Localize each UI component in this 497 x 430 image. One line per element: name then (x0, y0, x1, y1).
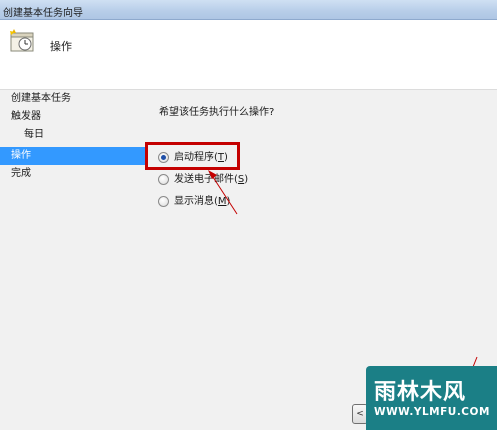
annotation-highlight-box (145, 142, 240, 170)
sidebar-item-finish[interactable]: 完成 (0, 165, 31, 183)
title-bar: 创建基本任务向导 (0, 0, 497, 20)
watermark-logo: 雨林木风 WWW.YLMFU.COM (366, 366, 497, 430)
sidebar-item-trigger[interactable]: 触发器 (0, 108, 41, 126)
radio-send-email[interactable] (158, 174, 169, 185)
option-display-message-label[interactable]: 显示消息(M) (174, 194, 230, 210)
action-question: 希望该任务执行什么操作? (159, 107, 275, 118)
page-title: 操作 (50, 40, 72, 53)
sidebar-item-daily[interactable]: 每日 (0, 126, 44, 144)
watermark-main-text: 雨林木风 (374, 379, 467, 405)
wizard-steps-sidebar: 创建基本任务 触发器 每日 操作 完成 (0, 90, 148, 430)
scheduled-task-clock-icon (10, 29, 34, 52)
sidebar-item-create-basic-task[interactable]: 创建基本任务 (0, 90, 71, 108)
window-title: 创建基本任务向导 (3, 8, 83, 19)
watermark-sub-text: WWW.YLMFU.COM (374, 406, 490, 418)
radio-display-message[interactable] (158, 196, 169, 207)
sidebar-item-action[interactable]: 操作 (0, 147, 148, 165)
option-send-email-label[interactable]: 发送电子邮件(S) (174, 172, 248, 188)
wizard-header: 操作 (0, 21, 497, 89)
